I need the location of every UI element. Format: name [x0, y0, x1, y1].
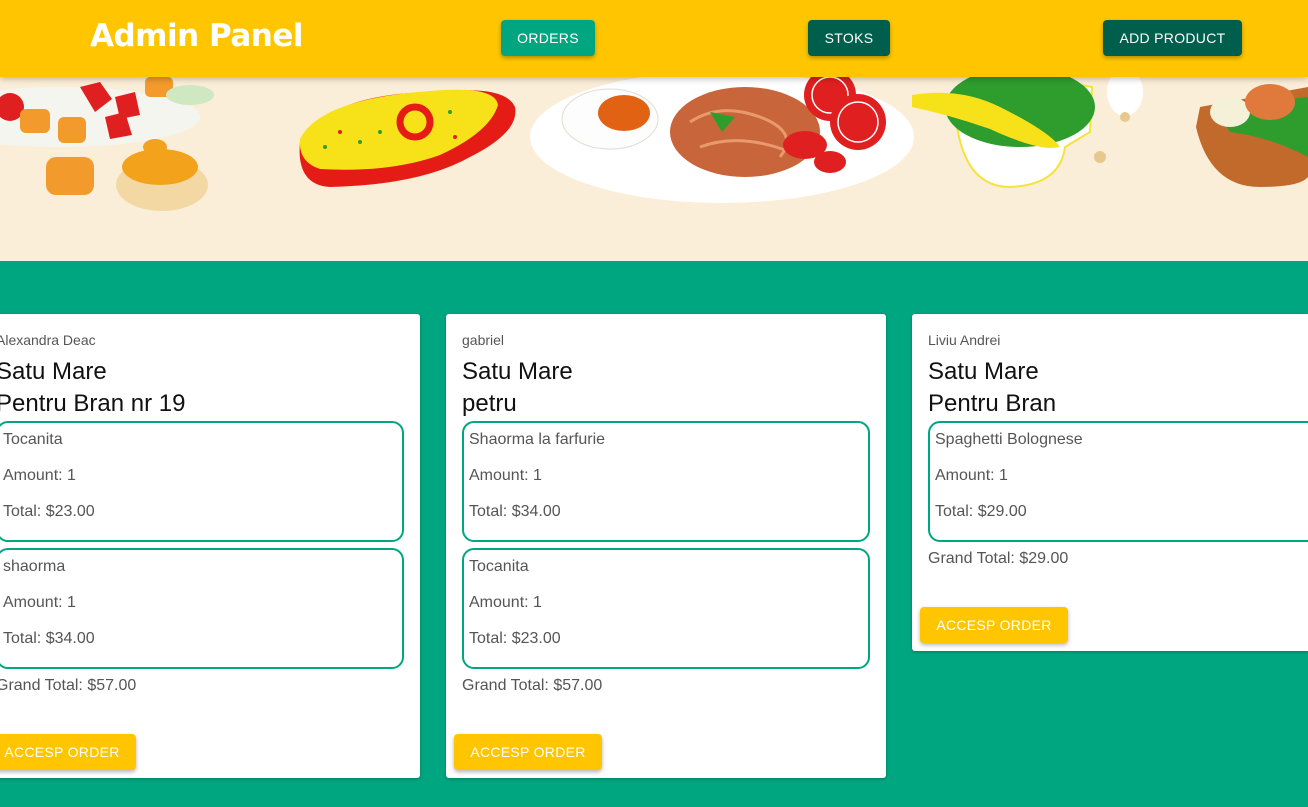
- order-item: shaorma Amount: 1 Total: $34.00: [0, 548, 404, 669]
- item-name: Spaghetti Bolognese: [935, 431, 1083, 448]
- rice-dish-illustration: [299, 89, 516, 187]
- item-total: Total: $23.00: [469, 630, 561, 647]
- grand-total: Grand Total: $29.00: [928, 550, 1069, 567]
- salad-illustration: [0, 77, 214, 211]
- food-illustration: [0, 77, 1308, 211]
- accept-order-button[interactable]: ACCESP ORDER: [920, 607, 1068, 643]
- item-name: shaorma: [3, 558, 66, 575]
- basket-illustration: [1196, 84, 1308, 187]
- customer-name: Liviu Andrei: [928, 332, 1001, 348]
- order-city: Satu Mare: [0, 358, 107, 385]
- accept-order-button[interactable]: ACCESP ORDER: [0, 734, 136, 770]
- item-total: Total: $34.00: [3, 630, 95, 647]
- item-amount: Amount: 1: [469, 467, 542, 484]
- grand-total: Grand Total: $57.00: [0, 677, 137, 694]
- item-name: Shaorma la farfurie: [469, 431, 606, 448]
- order-street: petru: [462, 390, 517, 417]
- item-amount: Amount: 1: [3, 467, 76, 484]
- order-city: Satu Mare: [928, 358, 1039, 385]
- green-sauce-illustration: [912, 77, 1143, 189]
- customer-name: gabriel: [462, 332, 505, 348]
- orders-button[interactable]: ORDERS: [501, 20, 595, 56]
- order-street: Pentru Bran: [928, 390, 1057, 417]
- accept-order-button[interactable]: ACCESP ORDER: [454, 734, 602, 770]
- item-amount: Amount: 1: [3, 594, 76, 611]
- add-product-button[interactable]: ADD PRODUCT: [1103, 20, 1242, 56]
- hero-banner: [0, 77, 1308, 261]
- order-card: gabriel Satu Mare petru Shaorma la farfu…: [446, 314, 886, 778]
- grand-total: Grand Total: $57.00: [462, 677, 603, 694]
- spaghetti-plate-illustration: [530, 77, 914, 203]
- order-item: Spaghetti Bolognese Amount: 1 Total: $29…: [928, 421, 1308, 542]
- item-name: Tocanita: [469, 558, 529, 575]
- order-item: Tocanita Amount: 1 Total: $23.00: [0, 421, 404, 542]
- order-item: Tocanita Amount: 1 Total: $23.00: [462, 548, 870, 669]
- order-card: Alexandra Deac Satu Mare Pentru Bran nr …: [0, 314, 420, 778]
- order-city: Satu Mare: [462, 358, 573, 385]
- order-card: Liviu Andrei Satu Mare Pentru Bran Spagh…: [912, 314, 1308, 651]
- item-name: Tocanita: [3, 431, 63, 448]
- stoks-button[interactable]: STOKS: [808, 20, 890, 56]
- item-total: Total: $29.00: [935, 503, 1027, 520]
- top-nav-bar: Admin Panel ORDERS STOKS ADD PRODUCT: [0, 0, 1308, 77]
- item-amount: Amount: 1: [935, 467, 1008, 484]
- customer-name: Alexandra Deac: [0, 332, 96, 348]
- order-item: Shaorma la farfurie Amount: 1 Total: $34…: [462, 421, 870, 542]
- item-amount: Amount: 1: [469, 594, 542, 611]
- order-street: Pentru Bran nr 19: [0, 390, 186, 417]
- item-total: Total: $23.00: [3, 503, 95, 520]
- item-total: Total: $34.00: [469, 503, 561, 520]
- app-title: Admin Panel: [90, 18, 304, 54]
